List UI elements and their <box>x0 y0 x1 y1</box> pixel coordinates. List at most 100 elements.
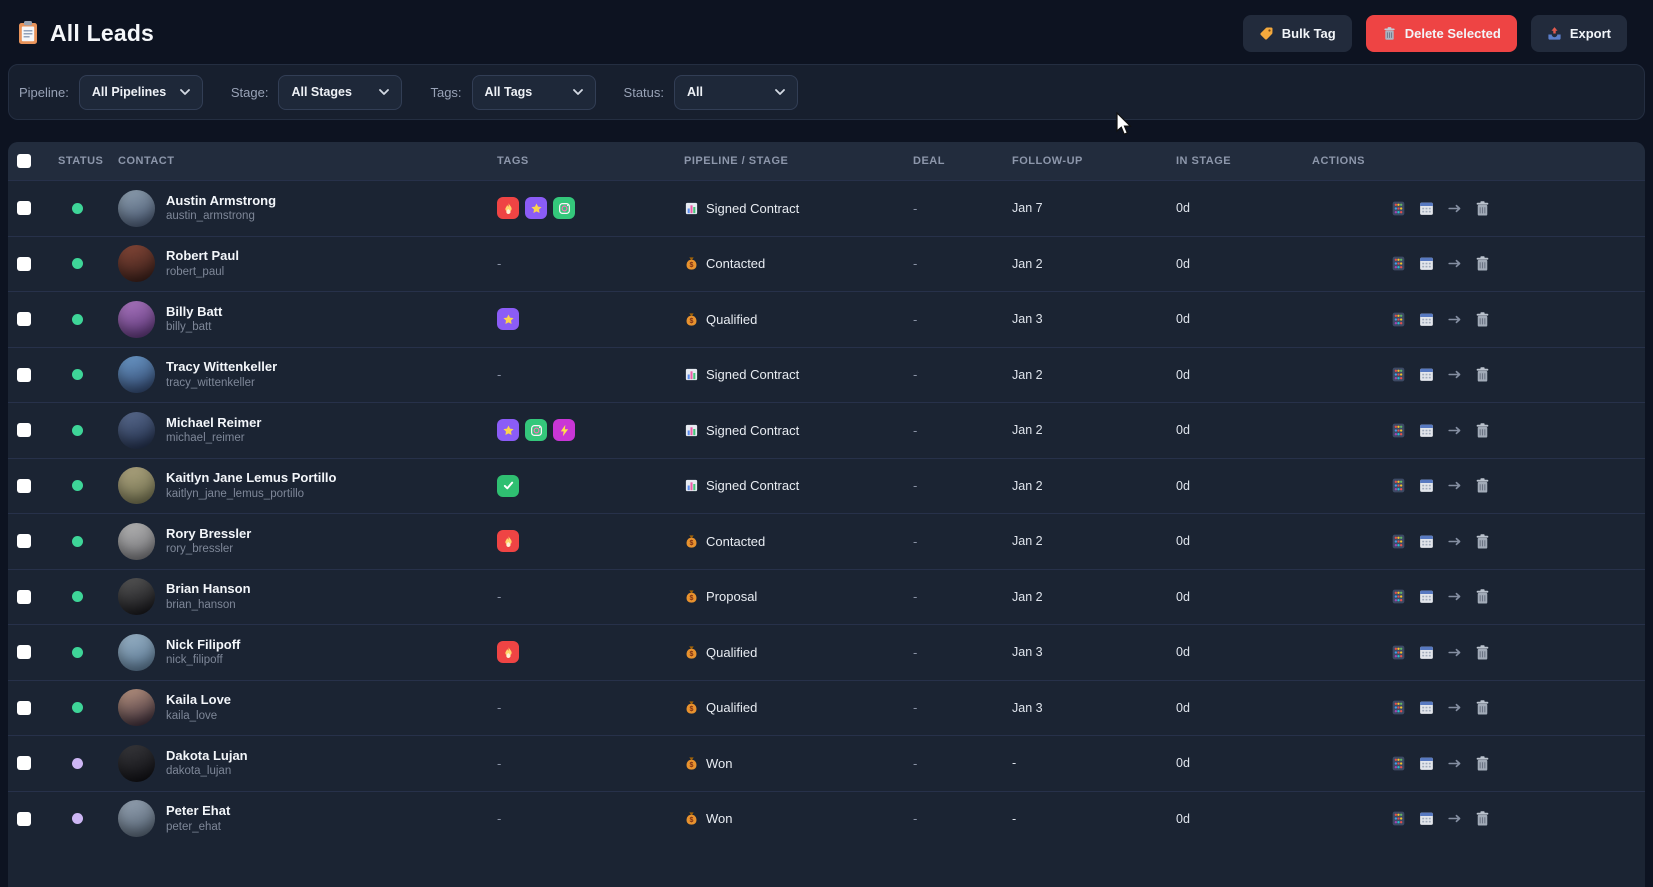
tags-empty: - <box>497 811 502 827</box>
contact-name[interactable]: Tracy Wittenkeller <box>166 359 277 374</box>
arrow-right-icon[interactable] <box>1446 366 1463 383</box>
status-cell <box>50 535 110 547</box>
avatar[interactable] <box>118 633 155 671</box>
delete-selected-button[interactable]: Delete Selected <box>1365 14 1517 52</box>
avatar[interactable] <box>118 189 155 227</box>
avatar[interactable] <box>118 467 155 505</box>
row-checkbox[interactable] <box>17 589 31 604</box>
trash-icon[interactable] <box>1474 755 1491 772</box>
pipeline-stage-cell: $ Qualified <box>676 645 905 660</box>
contact-name[interactable]: Billy Batt <box>166 304 222 319</box>
abacus-icon[interactable] <box>1390 644 1407 661</box>
avatar[interactable] <box>118 300 155 338</box>
row-checkbox[interactable] <box>17 367 31 382</box>
abacus-icon[interactable] <box>1390 699 1407 716</box>
select-all-checkbox[interactable] <box>17 154 31 168</box>
arrow-right-icon[interactable] <box>1446 588 1463 605</box>
arrow-right-icon[interactable] <box>1446 644 1463 661</box>
status-dot <box>72 591 83 603</box>
abacus-icon[interactable] <box>1390 200 1407 217</box>
avatar[interactable] <box>118 245 155 283</box>
avatar[interactable] <box>118 744 155 782</box>
calendar-icon[interactable] <box>1418 477 1435 494</box>
calendar-icon[interactable] <box>1418 588 1435 605</box>
row-checkbox[interactable] <box>17 534 31 549</box>
arrow-right-icon[interactable] <box>1446 755 1463 772</box>
calendar-icon[interactable] <box>1418 533 1435 550</box>
trash-icon[interactable] <box>1474 810 1491 827</box>
arrow-right-icon[interactable] <box>1446 422 1463 439</box>
trash-icon[interactable] <box>1474 311 1491 328</box>
arrow-right-icon[interactable] <box>1446 200 1463 217</box>
status-dot <box>72 535 83 547</box>
bulk-tag-button[interactable]: Bulk Tag <box>1242 14 1352 52</box>
abacus-icon[interactable] <box>1390 533 1407 550</box>
arrow-right-icon[interactable] <box>1446 311 1463 328</box>
abacus-icon[interactable] <box>1390 810 1407 827</box>
row-checkbox[interactable] <box>17 201 31 216</box>
trash-icon[interactable] <box>1474 200 1491 217</box>
row-checkbox[interactable] <box>17 756 31 771</box>
trash-icon[interactable] <box>1474 477 1491 494</box>
row-checkbox[interactable] <box>17 478 31 493</box>
abacus-icon[interactable] <box>1390 755 1407 772</box>
calendar-icon[interactable] <box>1418 255 1435 272</box>
contact-name[interactable]: Kaitlyn Jane Lemus Portillo <box>166 470 337 485</box>
row-checkbox[interactable] <box>17 700 31 715</box>
avatar[interactable] <box>118 578 155 616</box>
trash-icon[interactable] <box>1474 644 1491 661</box>
trash-icon[interactable] <box>1474 366 1491 383</box>
row-checkbox[interactable] <box>17 423 31 438</box>
contact-name[interactable]: Robert Paul <box>166 248 239 263</box>
contact-name[interactable]: Nick Filipoff <box>166 637 240 652</box>
pipeline-select[interactable]: All Pipelines <box>78 74 203 110</box>
calendar-icon[interactable] <box>1418 366 1435 383</box>
arrow-right-icon[interactable] <box>1446 255 1463 272</box>
contact-name[interactable]: Rory Bressler <box>166 526 251 541</box>
calendar-icon[interactable] <box>1418 644 1435 661</box>
trash-icon[interactable] <box>1474 533 1491 550</box>
avatar[interactable] <box>118 689 155 727</box>
status-cell <box>50 813 110 825</box>
row-checkbox[interactable] <box>17 312 31 327</box>
trash-icon[interactable] <box>1474 422 1491 439</box>
avatar[interactable] <box>118 411 155 449</box>
calendar-icon[interactable] <box>1418 810 1435 827</box>
arrow-right-icon[interactable] <box>1446 533 1463 550</box>
contact-name[interactable]: Peter Ehat <box>166 803 230 818</box>
tags-select[interactable]: All Tags <box>471 74 596 110</box>
avatar[interactable] <box>118 800 155 838</box>
trash-icon[interactable] <box>1474 588 1491 605</box>
tags-empty: - <box>497 755 502 771</box>
contact-name[interactable]: Austin Armstrong <box>166 193 276 208</box>
abacus-icon[interactable] <box>1390 422 1407 439</box>
calendar-icon[interactable] <box>1418 699 1435 716</box>
abacus-icon[interactable] <box>1390 255 1407 272</box>
avatar[interactable] <box>118 522 155 560</box>
arrow-right-icon[interactable] <box>1446 699 1463 716</box>
row-checkbox[interactable] <box>17 811 31 826</box>
calendar-icon[interactable] <box>1418 755 1435 772</box>
abacus-icon[interactable] <box>1390 366 1407 383</box>
abacus-icon[interactable] <box>1390 311 1407 328</box>
status-select[interactable]: All <box>674 74 799 110</box>
contact-name[interactable]: Michael Reimer <box>166 415 261 430</box>
contact-name[interactable]: Dakota Lujan <box>166 748 248 763</box>
avatar[interactable] <box>118 356 155 394</box>
stage-select[interactable]: All Stages <box>278 74 403 110</box>
arrow-right-icon[interactable] <box>1446 477 1463 494</box>
abacus-icon[interactable] <box>1390 477 1407 494</box>
calendar-icon[interactable] <box>1418 200 1435 217</box>
abacus-icon[interactable] <box>1390 588 1407 605</box>
contact-name[interactable]: Kaila Love <box>166 692 231 707</box>
row-checkbox[interactable] <box>17 256 31 271</box>
arrow-right-icon[interactable] <box>1446 810 1463 827</box>
row-checkbox[interactable] <box>17 645 31 660</box>
trash-icon[interactable] <box>1474 255 1491 272</box>
pipeline-stage-cell: $ Won <box>676 756 905 771</box>
export-button[interactable]: Export <box>1530 14 1627 52</box>
calendar-icon[interactable] <box>1418 311 1435 328</box>
trash-icon[interactable] <box>1474 699 1491 716</box>
contact-name[interactable]: Brian Hanson <box>166 581 251 596</box>
calendar-icon[interactable] <box>1418 422 1435 439</box>
